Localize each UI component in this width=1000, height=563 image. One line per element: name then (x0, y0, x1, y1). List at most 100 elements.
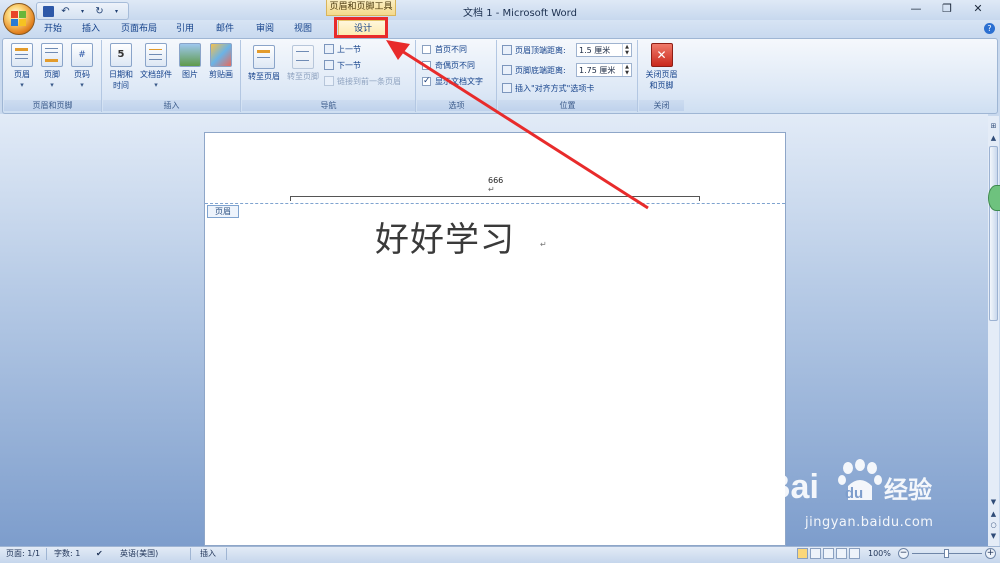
scrollbar-thumb[interactable] (989, 146, 998, 321)
ruler-toggle-icon[interactable]: ⊞ (989, 122, 998, 131)
proofing-icon[interactable]: ✔ (96, 548, 103, 560)
undo-icon[interactable]: ↶ (60, 6, 71, 17)
word-count[interactable]: 字数: 1 (54, 548, 80, 560)
language-indicator[interactable]: 英语(美国) (120, 548, 158, 560)
footer-from-bottom-spinner[interactable]: 1.75 厘米 ▲ ▼ (576, 63, 632, 77)
previous-page-icon[interactable]: ▲ (989, 510, 998, 519)
picture-icon (179, 43, 201, 67)
tab-mailings[interactable]: 邮件 (210, 22, 240, 37)
help-icon[interactable]: ? (984, 23, 995, 34)
next-section-button[interactable]: 下一节 (324, 59, 361, 72)
full-screen-reading-view-icon[interactable] (810, 548, 821, 559)
group-label-insert: 插入 (103, 100, 240, 111)
watermark-url: jingyan.baidu.com (805, 515, 934, 530)
page-count[interactable]: 页面: 1/1 (6, 548, 40, 560)
header-button[interactable]: 页眉 ▾ (8, 43, 36, 91)
insert-alignment-tab-button[interactable]: 插入"对齐方式"选项卡 (502, 82, 594, 95)
zoom-in-button[interactable]: + (985, 548, 996, 559)
footer-button[interactable]: 页脚 ▾ (38, 43, 66, 91)
zoom-out-button[interactable]: − (898, 548, 909, 559)
clip-art-icon (210, 43, 232, 67)
group-insert: 5 日期和 时间 文档部件 ▾ 图片 剪贴画 插入 (103, 40, 241, 112)
group-label-header-footer: 页眉和页脚 (4, 100, 101, 111)
web-layout-view-icon[interactable] (823, 548, 834, 559)
draft-view-icon[interactable] (849, 548, 860, 559)
header-from-top-label: 页眉顶端距离: (502, 44, 566, 57)
group-header-footer: 页眉 ▾ 页脚 ▾ # 页码 ▾ 页眉和页脚 (4, 40, 102, 112)
header-content[interactable]: 666 ↵ (488, 176, 518, 194)
group-close: ✕ 关闭页眉 和页脚 关闭 (639, 40, 684, 112)
tab-review[interactable]: 审阅 (250, 22, 280, 37)
header-border-line (290, 196, 700, 201)
paragraph-mark: ↵ (540, 240, 547, 249)
office-button[interactable] (3, 3, 35, 35)
chevron-down-icon: ▾ (154, 81, 158, 89)
checkbox-icon (422, 61, 431, 70)
zoom-slider-thumb[interactable] (944, 549, 949, 558)
different-odd-even-checkbox[interactable]: 奇偶页不同 (422, 59, 475, 72)
contextual-tools-header: 页眉和页脚工具 (326, 0, 396, 16)
chevron-down-icon: ▾ (80, 81, 84, 89)
page-number-button[interactable]: # 页码 ▾ (68, 43, 96, 91)
picture-button[interactable]: 图片 (177, 43, 203, 80)
show-document-text-checkbox[interactable]: 显示文档文字 (422, 75, 483, 88)
footer-icon (41, 43, 63, 67)
scroll-up-icon[interactable]: ▲ (989, 134, 998, 143)
zoom-level[interactable]: 100% (868, 548, 891, 560)
document-parts-button[interactable]: 文档部件 ▾ (137, 43, 175, 91)
goto-header-button[interactable]: 转至页眉 (244, 43, 284, 82)
header-position-icon (502, 45, 512, 55)
group-label-close: 关闭 (639, 100, 684, 111)
close-button[interactable]: ✕ (966, 2, 990, 16)
link-icon (324, 76, 334, 86)
close-header-footer-button[interactable]: ✕ 关闭页眉 和页脚 (640, 43, 683, 91)
paragraph-mark: ↵ (488, 185, 495, 194)
tab-home[interactable]: 开始 (38, 22, 68, 37)
outline-view-icon[interactable] (836, 548, 847, 559)
spinner-arrows-icon[interactable]: ▲ ▼ (622, 64, 631, 76)
close-red-x-icon: ✕ (650, 43, 673, 67)
minimize-button[interactable]: — (904, 2, 928, 16)
spinner-arrows-icon[interactable]: ▲ ▼ (622, 44, 631, 56)
group-label-position: 位置 (498, 100, 637, 111)
header-from-top-spinner[interactable]: 1.5 厘米 ▲ ▼ (576, 43, 632, 57)
customize-qat-icon[interactable]: ▾ (111, 6, 122, 17)
tab-page-layout[interactable]: 页面布局 (114, 22, 164, 37)
goto-footer-icon (292, 45, 314, 69)
tab-insert[interactable]: 插入 (76, 22, 106, 37)
checkbox-checked-icon (422, 75, 431, 88)
group-navigation: 转至页眉 转至页脚 上一节 下一节 链接到前一条页眉 导航 (242, 40, 416, 112)
alignment-tab-icon (502, 83, 512, 93)
quick-access-toolbar: ↶ ▾ ↻ ▾ (36, 2, 129, 20)
page-number-icon: # (71, 43, 93, 67)
tab-view[interactable]: 视图 (288, 22, 318, 37)
previous-section-button[interactable]: 上一节 (324, 43, 361, 56)
status-divider (46, 548, 47, 560)
dropdown-icon[interactable]: ▾ (77, 6, 88, 17)
restore-button[interactable]: ❐ (935, 2, 959, 16)
date-time-button[interactable]: 5 日期和 时间 (105, 43, 137, 91)
group-label-navigation: 导航 (242, 100, 415, 111)
group-position: 页眉顶端距离: 1.5 厘米 ▲ ▼ 页脚底端距离: 1.75 厘米 ▲ ▼ 插入"对齐… (498, 40, 638, 112)
different-first-page-checkbox[interactable]: 首页不同 (422, 43, 467, 56)
document-page[interactable] (204, 132, 786, 546)
header-separator (205, 203, 785, 204)
select-browse-object-icon[interactable]: ○ (989, 521, 998, 530)
document-parts-icon (145, 43, 167, 67)
clip-art-button[interactable]: 剪贴画 (205, 43, 237, 80)
goto-header-icon (253, 45, 275, 69)
goto-footer-button[interactable]: 转至页脚 (284, 43, 322, 82)
print-layout-view-icon[interactable] (797, 548, 808, 559)
scroll-down-icon[interactable]: ▼ (989, 498, 998, 507)
status-divider (190, 548, 191, 560)
link-to-previous-button[interactable]: 链接到前一条页眉 (324, 75, 401, 88)
tab-references[interactable]: 引用 (170, 22, 200, 37)
side-float-icon[interactable] (988, 185, 1000, 211)
body-text[interactable]: 好好学习 (375, 212, 515, 261)
redo-icon[interactable]: ↻ (94, 6, 105, 17)
next-page-icon[interactable]: ▼ (989, 532, 998, 541)
save-icon[interactable] (43, 5, 54, 17)
insert-mode-indicator[interactable]: 插入 (200, 548, 216, 560)
watermark-brand-suffix: 经验 (884, 476, 932, 504)
next-section-icon (324, 60, 334, 70)
